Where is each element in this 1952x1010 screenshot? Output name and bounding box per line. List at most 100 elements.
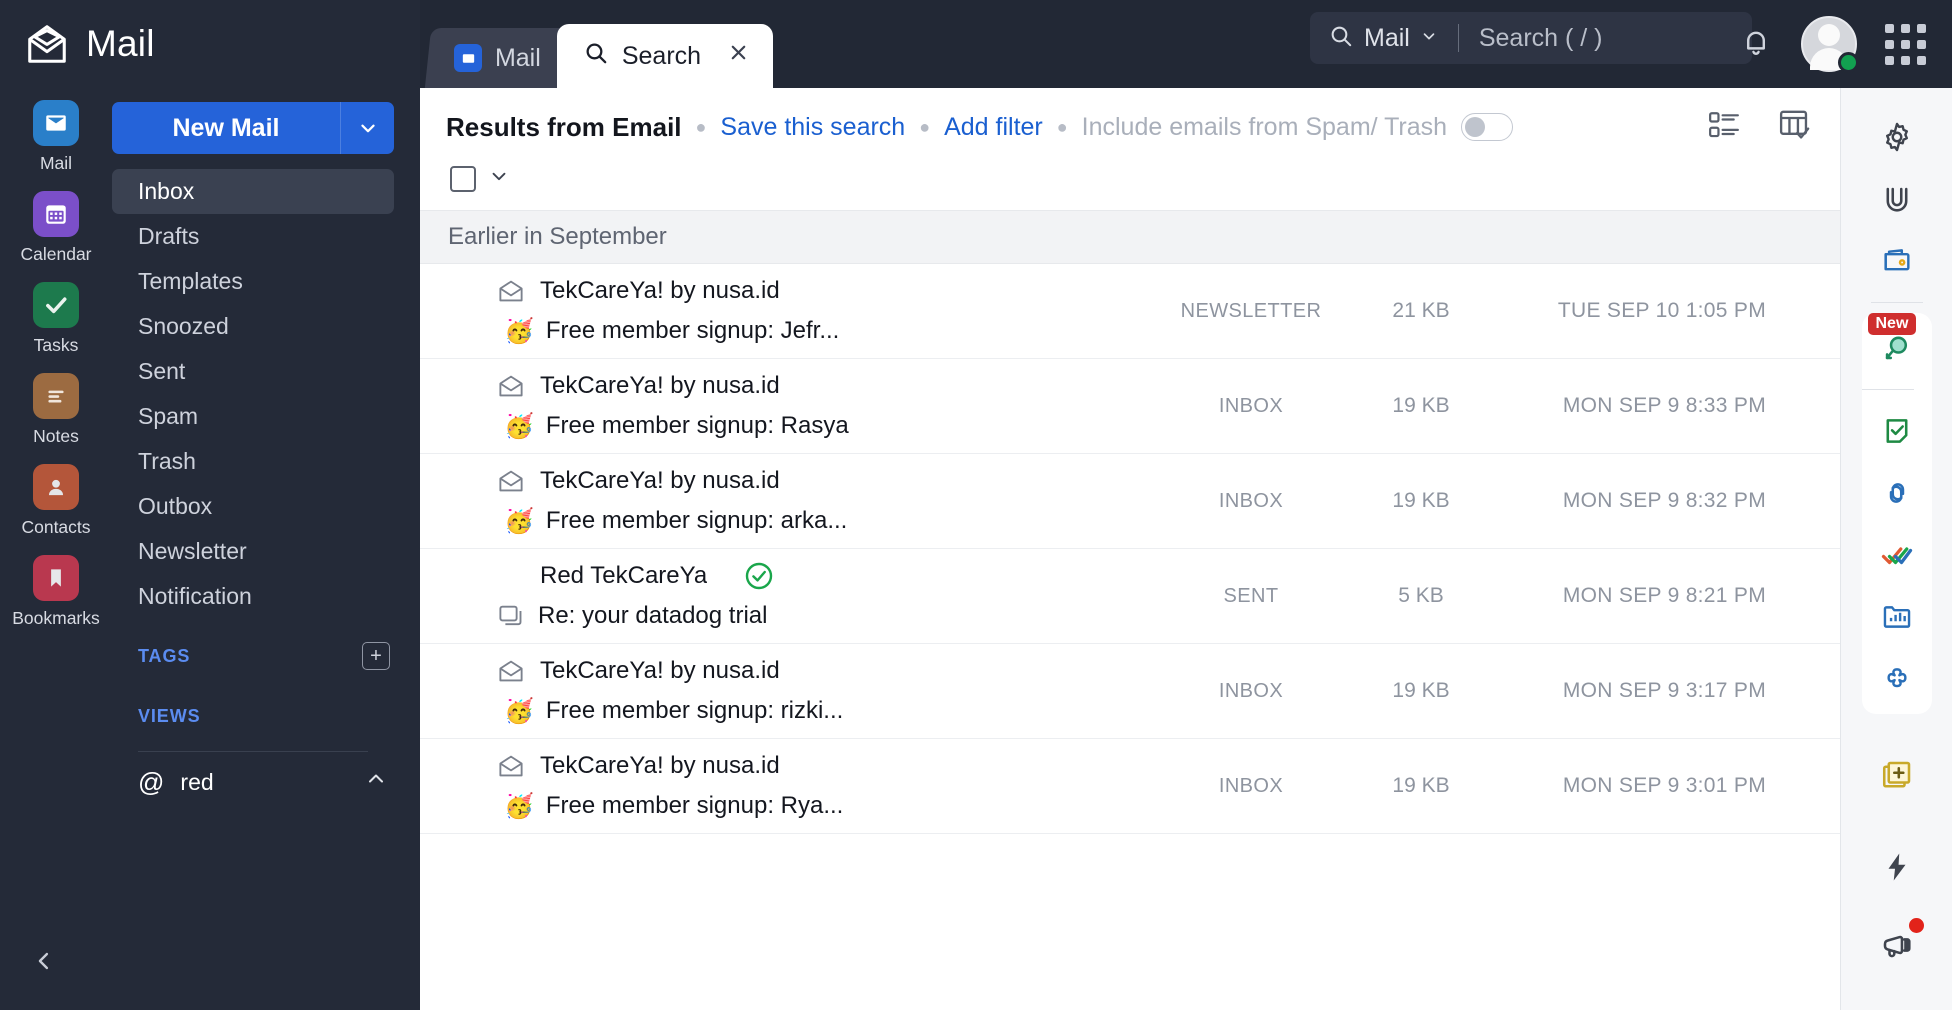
mail-size: 19 KB [1392,774,1450,797]
avatar[interactable] [1801,16,1859,73]
calendar-icon [33,191,79,237]
sidebar-item-outbox[interactable]: Outbox [112,484,394,529]
link-chain-icon[interactable] [1862,462,1932,524]
account-row[interactable]: @ red [112,752,394,812]
folder-list: Inbox Drafts Templates Snoozed Sent Spam… [112,169,394,619]
select-all-row [420,148,1840,210]
wallet-icon[interactable] [1862,230,1932,292]
app-label-contacts: Contacts [21,517,91,537]
app-item-tasks[interactable]: Tasks [33,282,79,356]
vault-v-icon[interactable] [1862,168,1932,230]
add-filter-link[interactable]: Add filter [944,113,1043,142]
table-view-icon[interactable] [1776,106,1814,149]
mail-tab-icon [454,44,482,72]
apps-flower-icon[interactable] [1862,648,1932,710]
tab-search[interactable]: Search [556,24,774,88]
mail-date: MON SEP 9 8:33 PM [1562,394,1766,417]
open-envelope-icon [496,276,526,306]
app-grid-icon[interactable] [1885,23,1926,65]
mail-size: 21 KB [1392,299,1450,322]
mail-subject: Re: your datadog trial [538,602,768,629]
announcement-megaphone-icon[interactable] [1862,914,1932,976]
rail-divider [1861,389,1914,390]
brand-header: Mail [0,0,420,88]
separator-dot: ● [695,116,707,137]
search-scope-label: Mail [1364,23,1410,52]
sidebar-item-trash[interactable]: Trash [112,439,394,484]
party-face-emoji: 🥳 [504,697,534,725]
global-search-bar[interactable]: Mail Search ( / ) [1310,12,1752,64]
right-tool-rail: New [1840,88,1952,1010]
mail-summary: Red TekCareYa Re: your datadog trial [496,556,1156,636]
sidebar-item-drafts[interactable]: Drafts [112,214,394,259]
chevron-down-icon[interactable] [1420,27,1438,50]
rail-apps-group: New [1861,313,1932,714]
party-face-emoji: 🥳 [504,412,534,440]
save-this-search-link[interactable]: Save this search [720,113,905,142]
app-switcher-rail: Mail Calendar Tasks Notes Contacts Bookm… [0,88,112,1010]
top-bar: Mail Search Mail Search ( / ) [420,0,1952,88]
new-mail-button[interactable]: New Mail [112,102,340,154]
tab-mail[interactable]: Mail [424,28,574,88]
add-tag-plus-icon[interactable]: + [362,642,390,670]
tasks-doublecheck-icon[interactable] [1862,524,1932,586]
sidebar-item-notification[interactable]: Notification [112,574,394,619]
close-icon[interactable] [726,40,751,72]
party-face-emoji: 🥳 [504,792,534,820]
chevron-up-icon[interactable] [364,767,388,797]
app-item-notes[interactable]: Notes [33,373,79,447]
reply-thread-icon [496,601,526,631]
sidebar-item-templates[interactable]: Templates [112,259,394,304]
bell-icon[interactable] [1739,25,1773,64]
mail-summary: TekCareYa! by nusa.id 🥳 Free member sign… [496,651,1156,731]
content-area: Results from Email ● Save this search ● … [420,88,1952,1010]
sidebar-item-inbox[interactable]: Inbox [112,169,394,214]
new-mail-row: New Mail [112,102,394,154]
chevron-down-icon[interactable] [482,159,516,199]
search-input[interactable]: Search ( / ) [1479,24,1603,53]
settings-gear-icon[interactable] [1862,106,1932,168]
mail-summary: TekCareYa! by nusa.id 🥳 Free member sign… [496,746,1156,826]
app-item-bookmarks[interactable]: Bookmarks [12,555,100,629]
mail-summary: TekCareYa! by nusa.id 🥳 Free member sign… [496,271,1156,351]
collapse-sidebar-chevron-left-icon[interactable] [30,947,58,982]
check-icon [33,282,79,328]
mail-size: 5 KB [1398,584,1444,607]
sidebar-item-sent[interactable]: Sent [112,349,394,394]
sidebar-item-spam[interactable]: Spam [112,394,394,439]
mail-subject: Free member signup: Rasya [545,412,849,439]
open-envelope-icon [496,466,526,496]
table-row[interactable]: Red TekCareYa Re: your datadog trial SEN… [420,549,1840,644]
top-bar-right [1739,0,1952,88]
bolt-icon[interactable] [1862,836,1932,898]
zia-search-icon[interactable]: New [1862,313,1932,379]
notes-green-icon[interactable] [1862,400,1932,462]
table-row[interactable]: TekCareYa! by nusa.id 🥳 Free member sign… [420,644,1840,739]
tags-section-header: TAGS + [112,633,394,679]
app-item-mail[interactable]: Mail [33,100,79,174]
mail-date: TUE SEP 10 1:05 PM [1557,299,1766,322]
sidebar-item-newsletter[interactable]: Newsletter [112,529,394,574]
views-section-header: VIEWS [112,693,394,739]
include-spam-trash-toggle[interactable] [1461,113,1514,141]
table-row[interactable]: TekCareYa! by nusa.id 🥳 Free member sign… [420,264,1840,359]
app-label-notes: Notes [33,426,79,446]
app-item-contacts[interactable]: Contacts [21,464,91,538]
mail-folder-badge: INBOX [1218,679,1284,702]
chevron-down-icon[interactable] [340,102,394,154]
brand-title: Mail [86,23,155,64]
tab-search-label: Search [621,41,702,70]
list-view-icon[interactable] [1706,107,1742,148]
add-note-icon[interactable] [1862,744,1932,806]
select-all-checkbox[interactable] [450,166,476,192]
sidebar-item-snoozed[interactable]: Snoozed [112,304,394,349]
app-item-calendar[interactable]: Calendar [20,191,92,265]
table-row[interactable]: TekCareYa! by nusa.id 🥳 Free member sign… [420,359,1840,454]
view-mode-buttons [1706,106,1814,149]
mail-folder-badge: INBOX [1218,489,1284,512]
separator-dot: ● [919,116,931,137]
analytics-folder-icon[interactable] [1862,586,1932,648]
folder-panel: New Mail Inbox Drafts Templates Snoozed … [112,88,420,1010]
table-row[interactable]: TekCareYa! by nusa.id 🥳 Free member sign… [420,454,1840,549]
table-row[interactable]: TekCareYa! by nusa.id 🥳 Free member sign… [420,739,1840,834]
